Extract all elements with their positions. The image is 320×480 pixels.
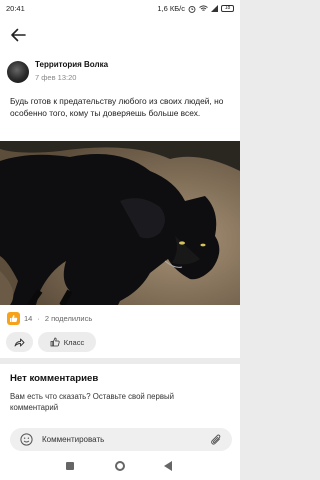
wifi-icon — [199, 5, 208, 11]
post-card: Территория Волка 7 фев 13:20 Будь готов … — [0, 52, 240, 358]
likes-count[interactable]: 14 — [24, 314, 32, 323]
alarm-icon — [188, 5, 196, 13]
share-icon — [14, 338, 25, 346]
signal-icon — [211, 5, 218, 12]
battery-icon: 18 — [221, 5, 234, 12]
status-bar: 20:41 1,6 КБ/с 18 — [0, 0, 240, 18]
shares-count[interactable]: 2 поделились — [45, 314, 92, 323]
home-button[interactable] — [115, 461, 125, 471]
stats-separator: · — [37, 314, 40, 323]
net-speed: 1,6 КБ/с — [157, 4, 185, 13]
comment-placeholder: Комментировать — [42, 435, 105, 444]
comments-subtitle: Вам есть что сказать? Оставьте свой перв… — [10, 392, 174, 412]
system-nav-bar — [0, 452, 240, 480]
comments-title: Нет комментариев — [10, 373, 99, 384]
recents-button[interactable] — [66, 462, 74, 470]
smile-icon[interactable] — [20, 433, 33, 446]
share-button[interactable] — [6, 332, 33, 352]
system-back-button[interactable] — [164, 461, 172, 471]
class-button[interactable]: Класс — [38, 332, 96, 352]
like-icon[interactable] — [7, 312, 20, 325]
status-time: 20:41 — [6, 4, 25, 13]
post-actions: Класс — [6, 332, 96, 352]
post-text: Будь готов к предательству любого из сво… — [10, 96, 224, 118]
class-thumb-icon — [50, 337, 60, 347]
class-label: Класс — [63, 337, 85, 347]
post-date: 7 фев 13:20 — [35, 73, 77, 82]
status-right: 1,6 КБ/с 18 — [157, 4, 234, 13]
comment-input[interactable]: Комментировать — [10, 428, 232, 451]
author-avatar[interactable] — [7, 61, 29, 83]
post-stats: 14 · 2 поделились — [7, 312, 92, 325]
author-name[interactable]: Территория Волка — [35, 60, 108, 69]
post-photo-black-wolf[interactable] — [0, 141, 240, 305]
back-arrow-icon[interactable] — [9, 27, 27, 43]
attach-clip-icon[interactable] — [210, 433, 222, 446]
top-bar — [0, 18, 240, 52]
